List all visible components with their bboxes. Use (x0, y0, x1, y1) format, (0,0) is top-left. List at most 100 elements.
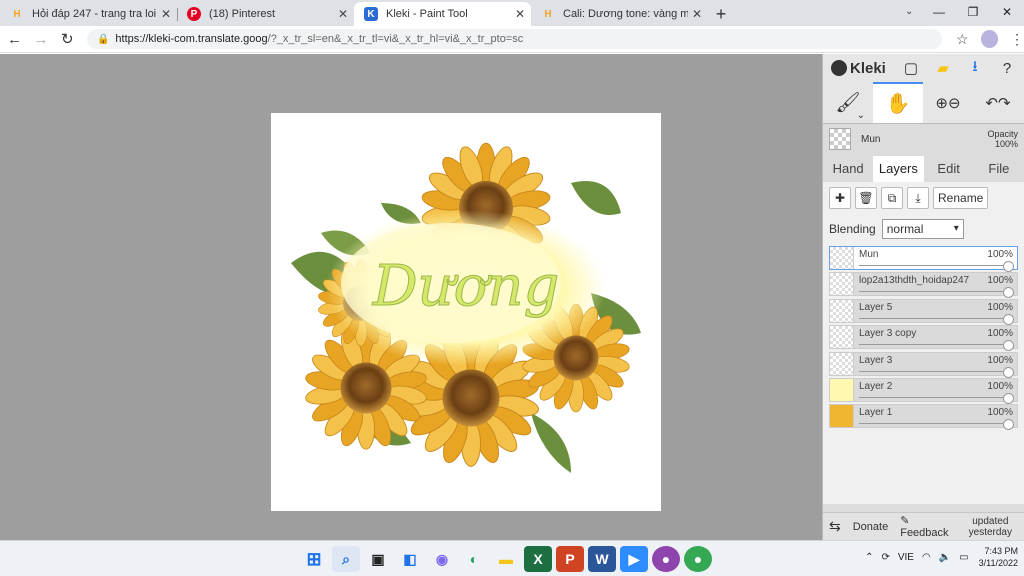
chevron-up-icon[interactable]: ⌃ (865, 552, 873, 563)
panel-footer: ⇆ Donate ✎ Feedback updated yesterday (823, 512, 1024, 540)
updated-note[interactable]: updated yesterday (957, 516, 1024, 538)
help-icon[interactable]: ? (991, 60, 1023, 77)
drawing-canvas[interactable]: Dương (271, 113, 661, 511)
minimize-icon[interactable]: — (922, 0, 956, 26)
close-tab-icon[interactable]: ✕ (515, 7, 525, 21)
back-icon[interactable]: ← (3, 31, 26, 48)
layer-opacity: 100% (987, 407, 1013, 419)
rename-button[interactable]: Rename (933, 187, 989, 209)
layer-opacity-slider[interactable] (859, 392, 1014, 404)
window-controls: — ❐ ✕ (922, 0, 1024, 26)
hand-tool-button[interactable]: ✋ (873, 82, 923, 123)
search-icon[interactable]: ⌕ (332, 546, 360, 572)
layer-opacity-slider[interactable] (859, 261, 1014, 272)
tab-title: Kleki - Paint Tool (386, 8, 468, 20)
task-view-icon[interactable]: ▣ (364, 546, 392, 572)
windows-taskbar: ⊞ ⌕ ▣ ◧ ◉ ◐ ▬ X P W ▶ ● ● ⌃ ⟳ VIE ◠ 🔈 ▭ … (0, 540, 1024, 576)
opacity-value: 100% (994, 139, 1018, 149)
forward-icon[interactable]: → (29, 31, 52, 48)
chat-icon[interactable]: ◉ (428, 546, 456, 572)
layer-opacity-slider[interactable] (859, 340, 1014, 352)
add-layer-icon[interactable]: ✚ (829, 187, 851, 209)
hoidap-favicon-icon: H (544, 8, 552, 20)
tab-edit[interactable]: Edit (924, 156, 974, 182)
volume-icon[interactable]: 🔈 (939, 552, 951, 563)
chrome-profile-icon[interactable]: ● (652, 546, 680, 572)
browser-menu-icon[interactable]: ⋮ (1010, 31, 1024, 48)
kleki-logo-icon (831, 60, 847, 76)
windows-start-icon[interactable]: ⊞ (300, 546, 328, 572)
widgets-icon[interactable]: ◧ (396, 546, 424, 572)
delete-layer-icon[interactable]: 🗑 (855, 187, 877, 209)
panel-header: Kleki ▢ ▰ ⭳ ? (823, 54, 1024, 82)
layer-opacity-slider[interactable] (859, 366, 1014, 378)
color-swatch[interactable] (829, 128, 851, 150)
layer-opacity-slider[interactable] (859, 419, 1014, 431)
zoom-icon[interactable]: ▶ (620, 546, 648, 572)
undo-redo-buttons[interactable]: ↶↷ (973, 82, 1023, 123)
tab-cali[interactable]: H Cali: Dương tone: vàng mix xanh ✕ (531, 2, 708, 26)
close-window-icon[interactable]: ✕ (990, 0, 1024, 26)
swap-icon[interactable]: ⇆ (823, 518, 847, 535)
layer-thumbnail (830, 405, 854, 428)
layer-item[interactable]: Layer 1 100% (829, 404, 1018, 431)
layer-opacity: 100% (987, 354, 1013, 366)
tab-hoidap[interactable]: H Hỏi đáp 247 - trang tra loi ✕ (0, 2, 177, 26)
new-image-icon[interactable]: ▢ (895, 59, 927, 77)
layer-item[interactable]: Layer 2 100% (829, 377, 1018, 404)
tab-pinterest[interactable]: P (18) Pinterest ✕ (177, 2, 354, 26)
close-tab-icon[interactable]: ✕ (692, 7, 702, 21)
powerpoint-icon[interactable]: P (556, 546, 584, 572)
tab-kleki[interactable]: K Kleki - Paint Tool ✕ (354, 2, 531, 26)
open-file-icon[interactable]: ▰ (927, 59, 959, 77)
restore-icon[interactable]: ❐ (956, 0, 990, 26)
zoom-buttons[interactable]: ⊕⊖ (923, 82, 973, 123)
bookmark-star-icon[interactable]: ☆ (956, 31, 969, 48)
reload-icon[interactable]: ↻ (56, 30, 79, 48)
profile-avatar[interactable] (980, 30, 998, 48)
duplicate-layer-icon[interactable]: ⧉ (881, 187, 903, 209)
layer-thumbnail (830, 378, 854, 401)
tab-search-icon[interactable]: ⌄ (905, 6, 913, 17)
save-download-icon[interactable]: ⭳ (959, 56, 991, 81)
tab-title: Hỏi đáp 247 - trang tra loi (32, 8, 157, 20)
kleki-logo-text: Kleki (850, 59, 886, 77)
chrome-icon[interactable]: ● (684, 546, 712, 572)
close-tab-icon[interactable]: ✕ (161, 7, 171, 21)
layer-item[interactable]: Layer 3 100% (829, 351, 1018, 378)
feedback-link[interactable]: ✎ Feedback (894, 514, 956, 539)
layer-name: Layer 3 (859, 354, 893, 366)
layer-thumbnail (830, 247, 854, 269)
wifi-icon[interactable]: ◠ (922, 552, 931, 563)
language-indicator[interactable]: VIE (898, 552, 914, 563)
layer-item[interactable]: Layer 5 100% (829, 298, 1018, 325)
donate-link[interactable]: Donate (847, 521, 894, 533)
close-tab-icon[interactable]: ✕ (338, 7, 348, 21)
excel-icon[interactable]: X (524, 546, 552, 572)
word-icon[interactable]: W (588, 546, 616, 572)
sync-icon[interactable]: ⟳ (881, 552, 889, 563)
layer-opacity-slider[interactable] (859, 287, 1014, 299)
opacity-readout: Opacity 100% (987, 129, 1018, 149)
file-explorer-icon[interactable]: ▬ (492, 546, 520, 572)
canvas-workspace[interactable]: Dương (0, 54, 822, 540)
merge-down-icon[interactable]: ⤓ (907, 187, 929, 209)
layer-opacity: 100% (987, 301, 1013, 313)
brush-tool-button[interactable]: 🖌 ⌄ (823, 82, 873, 123)
new-tab-button[interactable]: + (708, 2, 734, 26)
battery-icon[interactable]: ▭ (959, 552, 968, 563)
layer-item[interactable]: Mun 100% (829, 246, 1018, 272)
layer-item[interactable]: lop2a13thdth_hoidap247 100% (829, 272, 1018, 299)
tab-title: Cali: Dương tone: vàng mix xanh (563, 8, 688, 20)
edge-icon[interactable]: ◐ (460, 546, 488, 572)
tab-hand[interactable]: Hand (823, 156, 873, 182)
tab-layers[interactable]: Layers (873, 156, 924, 182)
panel-tabs: Hand Layers Edit File (823, 156, 1024, 182)
layer-opacity-slider[interactable] (859, 313, 1014, 325)
layer-item[interactable]: Layer 3 copy 100% (829, 325, 1018, 352)
tab-file[interactable]: File (974, 156, 1024, 182)
layer-name: Layer 3 copy (859, 328, 917, 340)
blending-select[interactable]: normal (881, 219, 964, 239)
clock[interactable]: 7:43 PM 3/11/2022 (979, 545, 1018, 569)
url-field[interactable]: 🔒 https://kleki-com.translate.goog /?_x_… (86, 29, 942, 49)
